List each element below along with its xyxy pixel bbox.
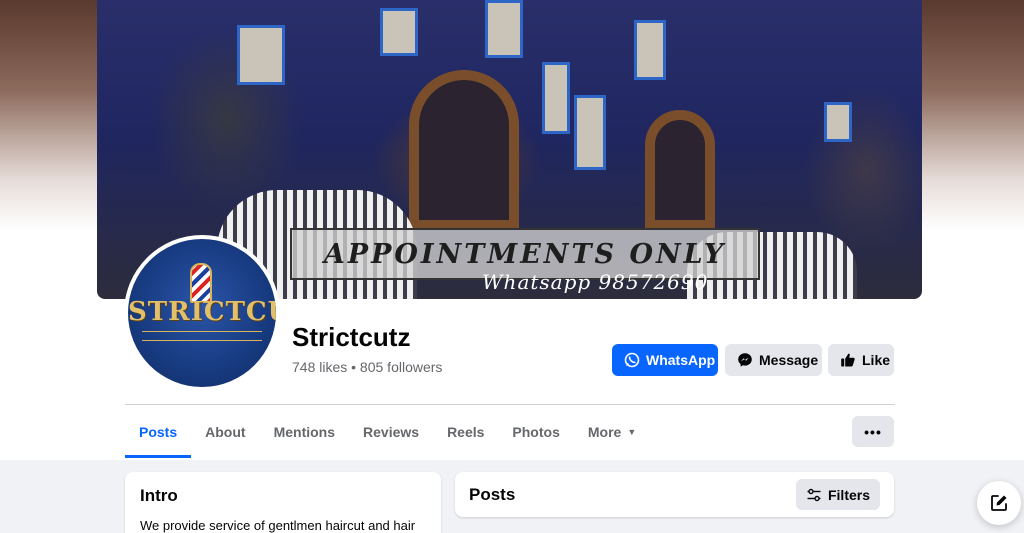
whatsapp-button[interactable]: WhatsApp — [612, 344, 718, 376]
profile-avatar[interactable]: STRICTCUTZ — [124, 235, 280, 391]
avatar-logo-text: STRICTCUTZ — [128, 297, 276, 327]
message-button[interactable]: Message — [725, 344, 822, 376]
sliders-icon — [806, 487, 822, 503]
cover-banner-subtext: Whatsapp 98572690 — [482, 270, 709, 294]
intro-title: Intro — [140, 486, 178, 505]
barber-mirror — [645, 110, 715, 230]
intro-text: We provide service of gentlmen haircut a… — [140, 518, 416, 533]
profile-tabs: Posts About Mentions Reviews Reels Photo… — [125, 405, 650, 458]
messenger-icon — [737, 352, 753, 368]
whatsapp-icon — [624, 352, 640, 368]
wall-picture-frame — [824, 102, 852, 142]
wall-picture-frame — [542, 62, 570, 134]
filters-button-label: Filters — [827, 486, 870, 503]
tab-reels[interactable]: Reels — [433, 405, 498, 458]
caret-down-icon: ▼ — [627, 426, 637, 437]
wall-picture-frame — [574, 95, 606, 170]
tab-mentions[interactable]: Mentions — [260, 405, 349, 458]
wall-picture-frame — [380, 8, 418, 56]
wall-picture-frame — [485, 0, 523, 58]
compose-icon — [989, 493, 1009, 513]
compose-button[interactable] — [977, 481, 1021, 525]
tab-about[interactable]: About — [191, 405, 259, 458]
filters-button[interactable]: Filters — [795, 479, 880, 510]
like-button-label: Like — [862, 352, 891, 368]
avatar-logo: STRICTCUTZ — [128, 239, 276, 387]
avatar-logo-band — [142, 331, 262, 341]
intro-card: Intro We provide service of gentlmen hai… — [125, 472, 441, 533]
wall-picture-frame — [634, 20, 666, 80]
page-stats[interactable]: 748 likes • 805 followers — [292, 359, 442, 375]
posts-card: Posts Filters — [455, 472, 894, 517]
wall-picture-frame — [237, 25, 285, 85]
message-button-label: Message — [759, 352, 819, 368]
like-button[interactable]: Like — [828, 344, 894, 376]
tab-reviews[interactable]: Reviews — [349, 405, 433, 458]
tab-posts[interactable]: Posts — [125, 405, 192, 458]
thumbs-up-icon — [840, 352, 856, 368]
more-options-button[interactable]: ••• — [852, 416, 894, 447]
page-title: Strictcutz — [292, 322, 411, 352]
tab-photos[interactable]: Photos — [498, 405, 573, 458]
posts-title: Posts — [469, 484, 516, 504]
whatsapp-button-label: WhatsApp — [646, 352, 716, 368]
tab-more[interactable]: More ▼ — [574, 405, 650, 458]
barber-mirror — [409, 70, 519, 230]
